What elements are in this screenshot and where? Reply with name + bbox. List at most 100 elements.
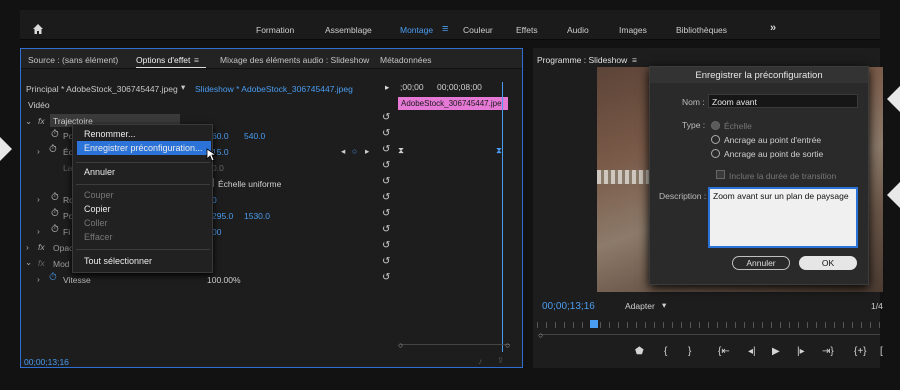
mark-out-icon[interactable]: } xyxy=(688,346,691,357)
stopwatch-icon[interactable]: ⏱ xyxy=(51,129,59,140)
speed-value[interactable]: 100.00% xyxy=(207,275,241,285)
go-to-in-icon[interactable]: {⇤ xyxy=(718,346,730,357)
tab-effect-options[interactable]: Options d'effet xyxy=(136,55,190,65)
right-pointer-arrow-top xyxy=(887,86,900,112)
reset-icon-10[interactable]: ↺ xyxy=(382,256,390,267)
radio-scale[interactable] xyxy=(711,121,720,130)
reset-icon-2[interactable]: ↺ xyxy=(382,128,390,139)
workspace-menu-icon[interactable]: ≡ xyxy=(442,23,448,35)
fit-dropdown[interactable]: Adapter xyxy=(625,301,655,311)
workspace-formation[interactable]: Formation xyxy=(256,25,294,35)
export-icon[interactable]: ⇪ xyxy=(497,355,504,366)
fit-dropdown-arrow-icon[interactable]: ▾ xyxy=(662,300,666,311)
prev-keyframe-icon[interactable]: ◂ xyxy=(341,146,345,157)
clip-bar[interactable]: AdobeStock_306745447.jpe xyxy=(398,97,508,110)
anchor-value-b[interactable]: 1530.0 xyxy=(244,211,270,221)
tab-menu-icon[interactable]: ≡ xyxy=(194,55,199,65)
program-timecode[interactable]: 00;00;13;16 xyxy=(542,301,595,312)
play-icon[interactable]: ▶ xyxy=(772,346,780,357)
radio-anchor-out[interactable] xyxy=(711,149,720,158)
tab-audio-mix[interactable]: Mixage des éléments audio : Slideshow xyxy=(220,55,369,65)
expand-arrow-icon-3[interactable]: › xyxy=(37,226,40,236)
step-forward-icon[interactable]: |▸ xyxy=(797,346,805,357)
current-timecode[interactable]: 00;00;13;16 xyxy=(24,357,69,367)
dialog-ok-button[interactable]: OK xyxy=(799,256,857,270)
program-zoom-bar[interactable] xyxy=(540,334,880,335)
program-title[interactable]: Programme : Slideshow xyxy=(537,55,627,65)
menu-cancel[interactable]: Annuler xyxy=(84,167,115,177)
insert-icon[interactable]: {+} xyxy=(854,346,867,357)
overwrite-icon[interactable]: [ xyxy=(880,346,883,357)
scroll-handle-left[interactable]: ○ xyxy=(398,340,403,350)
dialog-cancel-button[interactable]: Annuler xyxy=(732,256,790,270)
audio-only-icon[interactable]: ♪ xyxy=(478,356,482,366)
workspace-effets[interactable]: Effets xyxy=(516,25,538,35)
reset-icon-8[interactable]: ↺ xyxy=(382,224,390,235)
dropdown-arrow-icon[interactable]: ▾ xyxy=(181,82,185,93)
resolution-ratio[interactable]: 1/4 xyxy=(871,301,883,311)
scroll-handle-right[interactable]: ○ xyxy=(505,340,510,350)
position-value-b[interactable]: 540.0 xyxy=(244,131,265,141)
reset-icon-4[interactable]: ↺ xyxy=(382,160,390,171)
anchor-value-a[interactable]: 295.0 xyxy=(212,211,233,221)
expand-chevron-icon[interactable]: ⌄ xyxy=(25,116,32,127)
reset-icon-3[interactable]: ↺ xyxy=(382,144,390,155)
tab-metadata[interactable]: Métadonnées xyxy=(380,55,432,65)
playhead-line[interactable] xyxy=(502,82,503,352)
position-value-a[interactable]: 60.0 xyxy=(212,131,229,141)
menu-delete: Effacer xyxy=(84,232,113,242)
menu-rename[interactable]: Renommer... xyxy=(84,129,136,139)
go-to-out-icon[interactable]: ⇥} xyxy=(822,346,834,357)
zoom-scrollbar[interactable] xyxy=(400,344,510,345)
stopwatch-icon-3[interactable]: ⏱ xyxy=(51,208,59,219)
workspace-montage[interactable]: Montage xyxy=(400,25,433,35)
menu-select-all[interactable]: Tout sélectionner xyxy=(84,256,152,266)
description-label: Description : xyxy=(659,191,707,201)
menu-copy[interactable]: Copier xyxy=(84,204,111,214)
right-pointer-arrow-bottom xyxy=(887,182,900,208)
principal-clip-label[interactable]: Principal * AdobeStock_306745447.jpeg xyxy=(26,84,178,94)
expand-arrow-icon-2[interactable]: › xyxy=(37,194,40,204)
uniform-scale-label: Échelle uniforme xyxy=(218,179,282,189)
next-keyframe-icon[interactable]: ▸ xyxy=(365,146,369,157)
reset-icon-9[interactable]: ↺ xyxy=(382,240,390,251)
home-icon[interactable] xyxy=(32,23,44,35)
program-playhead[interactable] xyxy=(590,320,598,328)
mark-in-icon[interactable]: { xyxy=(664,346,667,357)
reset-icon-6[interactable]: ↺ xyxy=(382,192,390,203)
workspace-audio[interactable]: Audio xyxy=(567,25,589,35)
reset-icon-1[interactable]: ↺ xyxy=(382,112,390,123)
section-video: Vidéo xyxy=(28,100,50,110)
step-back-icon[interactable]: ◂| xyxy=(748,346,756,357)
play-triangle-icon[interactable]: ▸ xyxy=(385,82,389,93)
workspace-couleur[interactable]: Couleur xyxy=(463,25,493,35)
description-field[interactable]: Zoom avant sur un plan de paysage xyxy=(708,187,858,248)
name-field[interactable]: Zoom avant xyxy=(708,94,858,108)
stopwatch-active-icon[interactable]: ⏱ xyxy=(49,144,57,155)
reset-icon-11[interactable]: ↺ xyxy=(382,272,390,283)
stopwatch-icon-2[interactable]: ⏱ xyxy=(51,192,59,203)
sequence-clip-label[interactable]: Slideshow * AdobeStock_306745447.jpeg xyxy=(195,84,353,94)
stopwatch-icon-5[interactable]: ⏱ xyxy=(49,272,57,283)
stopwatch-icon-4[interactable]: ⏱ xyxy=(51,224,59,235)
workspace-bar xyxy=(20,10,880,40)
keyframe-icon[interactable]: ○ xyxy=(352,146,357,156)
program-time-ruler[interactable] xyxy=(537,322,880,328)
expand-arrow-icon-5[interactable]: › xyxy=(37,274,40,284)
add-marker-icon[interactable]: ⬟ xyxy=(635,346,644,357)
expand-arrow-icon-4[interactable]: › xyxy=(26,242,29,252)
flicker-value[interactable]: 00 xyxy=(212,227,221,237)
program-menu-icon[interactable]: ≡ xyxy=(632,55,637,65)
workspace-assemblage[interactable]: Assemblage xyxy=(325,25,372,35)
menu-save-preset[interactable]: Enregistrer préconfiguration... xyxy=(84,143,203,153)
expand-arrow-icon[interactable]: › xyxy=(37,146,40,156)
reset-icon-5[interactable]: ↺ xyxy=(382,176,390,187)
radio-anchor-in[interactable] xyxy=(711,135,720,144)
tab-source[interactable]: Source : (sans élément) xyxy=(28,55,118,65)
workspace-images[interactable]: Images xyxy=(619,25,647,35)
expand-chevron-icon-2[interactable]: ⌄ xyxy=(25,257,32,268)
more-workspaces-icon[interactable]: » xyxy=(770,22,776,34)
workspace-bibliotheques[interactable]: Bibliothèques xyxy=(676,25,727,35)
program-zoom-handle[interactable]: ○ xyxy=(538,330,543,340)
reset-icon-7[interactable]: ↺ xyxy=(382,208,390,219)
